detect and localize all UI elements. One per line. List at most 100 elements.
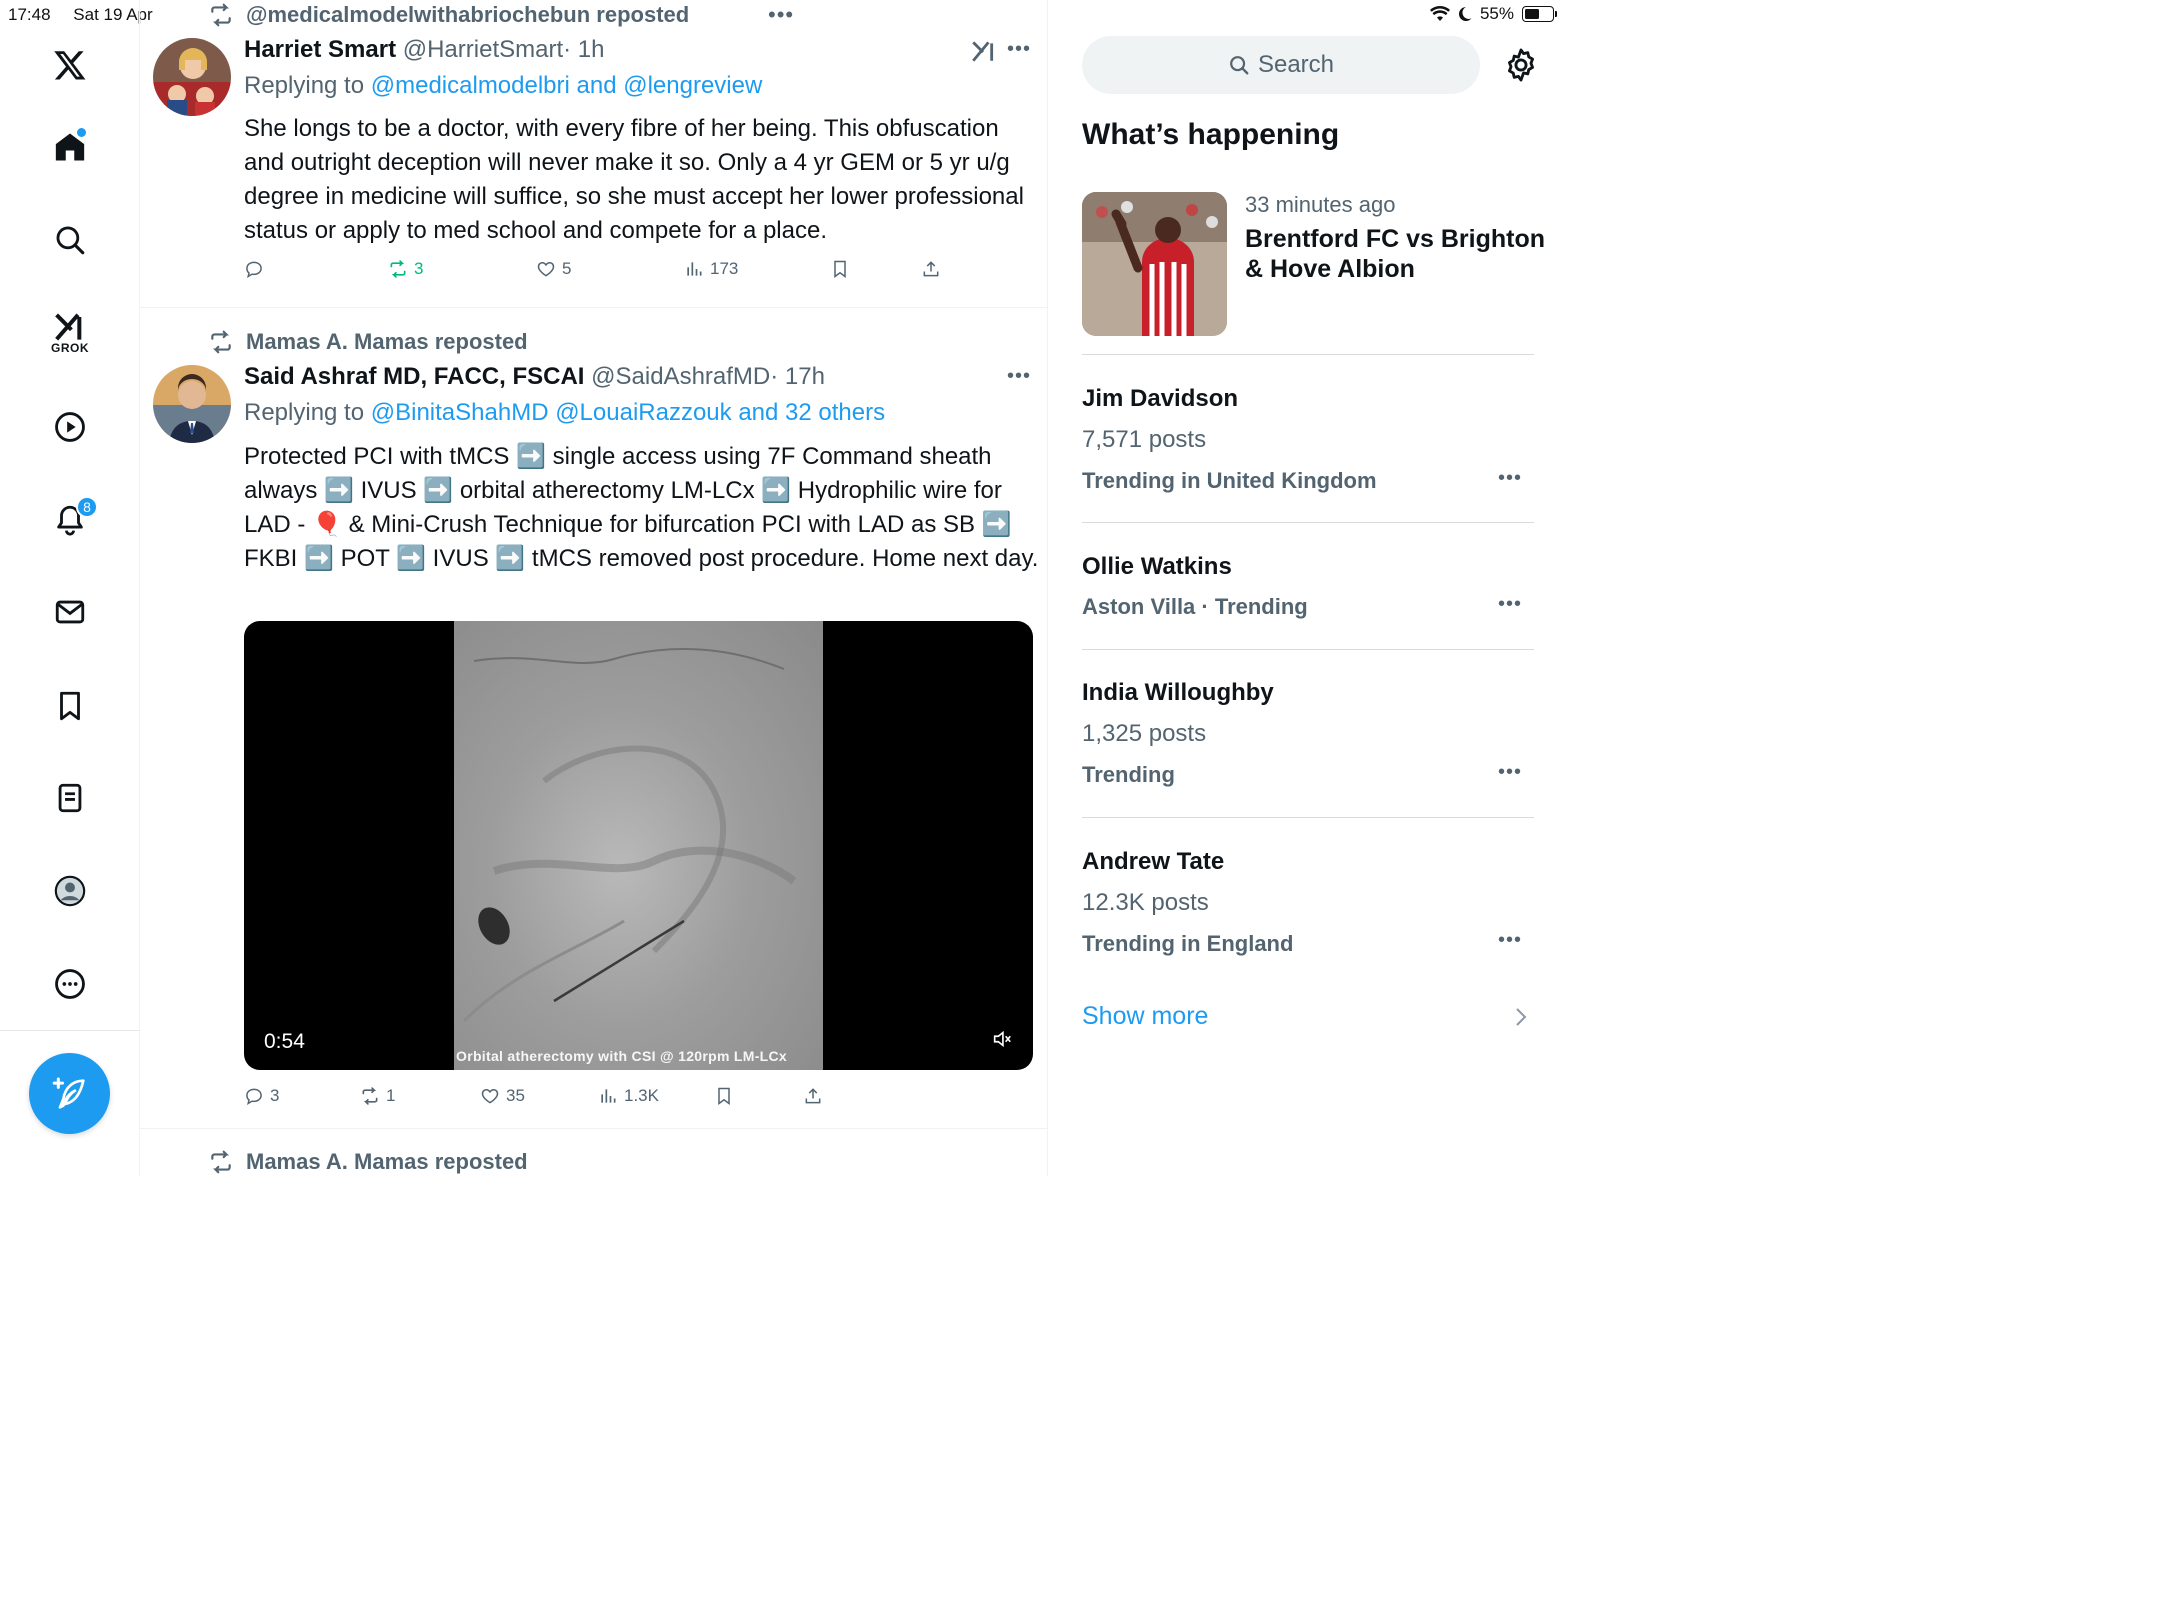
- like-button[interactable]: 35: [480, 1086, 525, 1106]
- bookmark-button[interactable]: [714, 1086, 734, 1106]
- tweet-divider: [140, 1128, 1048, 1129]
- repost-icon: [211, 1150, 231, 1174]
- trend-more-dots[interactable]: •••: [1498, 761, 1522, 784]
- profile-avatar-icon[interactable]: [40, 861, 100, 921]
- views-button[interactable]: 1.3K: [598, 1086, 659, 1106]
- view-count: 173: [710, 259, 739, 278]
- repost-icon: [390, 260, 406, 278]
- bookmark-icon: [834, 260, 846, 278]
- trend-more-dots[interactable]: •••: [1498, 929, 1522, 952]
- bookmarks-icon[interactable]: [40, 676, 100, 736]
- messages-envelope-icon[interactable]: [40, 582, 100, 642]
- repost-button[interactable]: 1: [360, 1086, 395, 1106]
- right-sidebar: Search What’s happening 33 minutes ago B…: [1048, 0, 1568, 1176]
- reply-button[interactable]: 3: [244, 1086, 279, 1106]
- author-handle[interactable]: @HarrietSmart: [403, 36, 563, 63]
- trend-context: Trending in England: [1082, 931, 1294, 956]
- tweet-header: Said Ashraf MD, FACC, FSCAI @SaidAshrafM…: [244, 363, 825, 391]
- trend-context: Trending in United Kingdom: [1082, 468, 1377, 493]
- tweet-more-dots[interactable]: •••: [1007, 365, 1031, 388]
- feature-title[interactable]: Brentford FC vs Brighton & Hove Albion: [1245, 224, 1545, 284]
- repost-label[interactable]: @medicalmodelwithabriochebun reposted: [246, 2, 689, 28]
- notification-count-badge: 8: [76, 496, 98, 518]
- reply-icon: [246, 261, 262, 279]
- grok-explain-icon[interactable]: [970, 38, 996, 64]
- left-nav: GROK 8: [0, 0, 140, 1176]
- tweet-divider: [140, 307, 1048, 308]
- repost-icon: [362, 1087, 378, 1105]
- trend-context: Aston Villa · Trending: [1082, 594, 1308, 619]
- tweet-header: Harriet Smart @HarrietSmart· 1h: [244, 36, 604, 64]
- share-icon: [805, 1088, 821, 1104]
- share-button[interactable]: [921, 259, 941, 279]
- mute-icon[interactable]: [991, 1028, 1013, 1050]
- sidebar-divider: [1082, 354, 1534, 355]
- repost-label[interactable]: Mamas A. Mamas reposted: [246, 1149, 528, 1175]
- video-play-icon[interactable]: [40, 397, 100, 457]
- repost-icon: [211, 330, 231, 354]
- notifications-bell-icon[interactable]: 8: [40, 490, 100, 550]
- trend-name[interactable]: Andrew Tate: [1082, 848, 1224, 876]
- author-name[interactable]: Said Ashraf MD, FACC, FSCAI: [244, 363, 584, 390]
- reply-count: 3: [270, 1086, 280, 1105]
- angiogram-image: [462, 648, 797, 1023]
- like-count: 35: [506, 1086, 525, 1105]
- heart-icon: [481, 1088, 499, 1104]
- bookmark-button[interactable]: [830, 259, 850, 279]
- author-handle[interactable]: @SaidAshrafMD: [591, 363, 770, 390]
- search-input[interactable]: Search: [1082, 36, 1480, 94]
- more-options-icon[interactable]: [40, 954, 100, 1014]
- repost-indicator: @medicalmodelwithabriochebun reposted: [208, 2, 689, 28]
- repost-icon: [211, 3, 231, 27]
- explore-search-icon[interactable]: [40, 210, 100, 270]
- tweet-text: Protected PCI with tMCS ➡️ single access…: [244, 443, 1039, 572]
- video-player[interactable]: 0:54 Orbital atherectomy with CSI @ 120r…: [244, 621, 1033, 1070]
- avatar[interactable]: [153, 365, 231, 443]
- video-frame: [454, 621, 823, 1070]
- views-chart-icon: [687, 262, 702, 276]
- trend-posts: 1,325 posts: [1082, 720, 1207, 747]
- feature-image[interactable]: [1082, 192, 1227, 336]
- lists-icon[interactable]: [40, 768, 100, 828]
- tweet-time[interactable]: · 17h: [770, 363, 825, 390]
- views-chart-icon: [601, 1089, 616, 1103]
- sidebar-divider: [1082, 817, 1534, 818]
- home-icon[interactable]: [40, 117, 100, 177]
- trend-more-dots[interactable]: •••: [1498, 593, 1522, 616]
- grok-icon[interactable]: GROK: [40, 303, 100, 363]
- share-icon: [923, 261, 939, 277]
- author-name[interactable]: Harriet Smart: [244, 36, 396, 63]
- x-logo-icon[interactable]: [40, 35, 100, 95]
- reply-targets[interactable]: @medicalmodelbri and @lengreview: [371, 72, 763, 99]
- avatar[interactable]: [153, 38, 231, 116]
- compose-post-button[interactable]: [29, 1053, 110, 1134]
- top-more-dots[interactable]: •••: [768, 2, 794, 28]
- repost-label[interactable]: Mamas A. Mamas reposted: [246, 329, 528, 355]
- video-duration: 0:54: [264, 1030, 305, 1053]
- trend-more-dots[interactable]: •••: [1498, 467, 1522, 490]
- tweet-time[interactable]: · 1h: [563, 36, 604, 63]
- settings-gear-icon[interactable]: [1502, 46, 1540, 84]
- sidebar-divider: [1082, 522, 1534, 523]
- views-button[interactable]: 173: [684, 259, 738, 279]
- replying-to: Replying to @medicalmodelbri and @lengre…: [244, 72, 762, 100]
- reply-prefix: Replying to: [244, 399, 365, 426]
- trend-name[interactable]: India Willoughby: [1082, 679, 1274, 707]
- grok-label: GROK: [51, 341, 89, 355]
- reply-icon: [246, 1088, 262, 1106]
- like-button[interactable]: 5: [536, 259, 571, 279]
- chevron-right-icon[interactable]: [1515, 1007, 1527, 1027]
- show-more-link[interactable]: Show more: [1082, 1002, 1208, 1031]
- reply-button[interactable]: [244, 259, 270, 279]
- heart-icon: [537, 261, 555, 277]
- tweet-more-dots[interactable]: •••: [1007, 38, 1031, 61]
- trend-name[interactable]: Jim Davidson: [1082, 385, 1238, 413]
- share-button[interactable]: [803, 1086, 823, 1106]
- repost-count: 3: [414, 259, 424, 278]
- trend-posts: 7,571 posts: [1082, 426, 1207, 453]
- reply-targets[interactable]: @BinitaShahMD @LouaiRazzouk and 32 other…: [371, 399, 885, 426]
- repost-indicator: Mamas A. Mamas reposted: [208, 329, 528, 355]
- search-placeholder: Search: [1257, 51, 1335, 78]
- trend-name[interactable]: Ollie Watkins: [1082, 553, 1232, 581]
- repost-button[interactable]: 3: [388, 259, 423, 279]
